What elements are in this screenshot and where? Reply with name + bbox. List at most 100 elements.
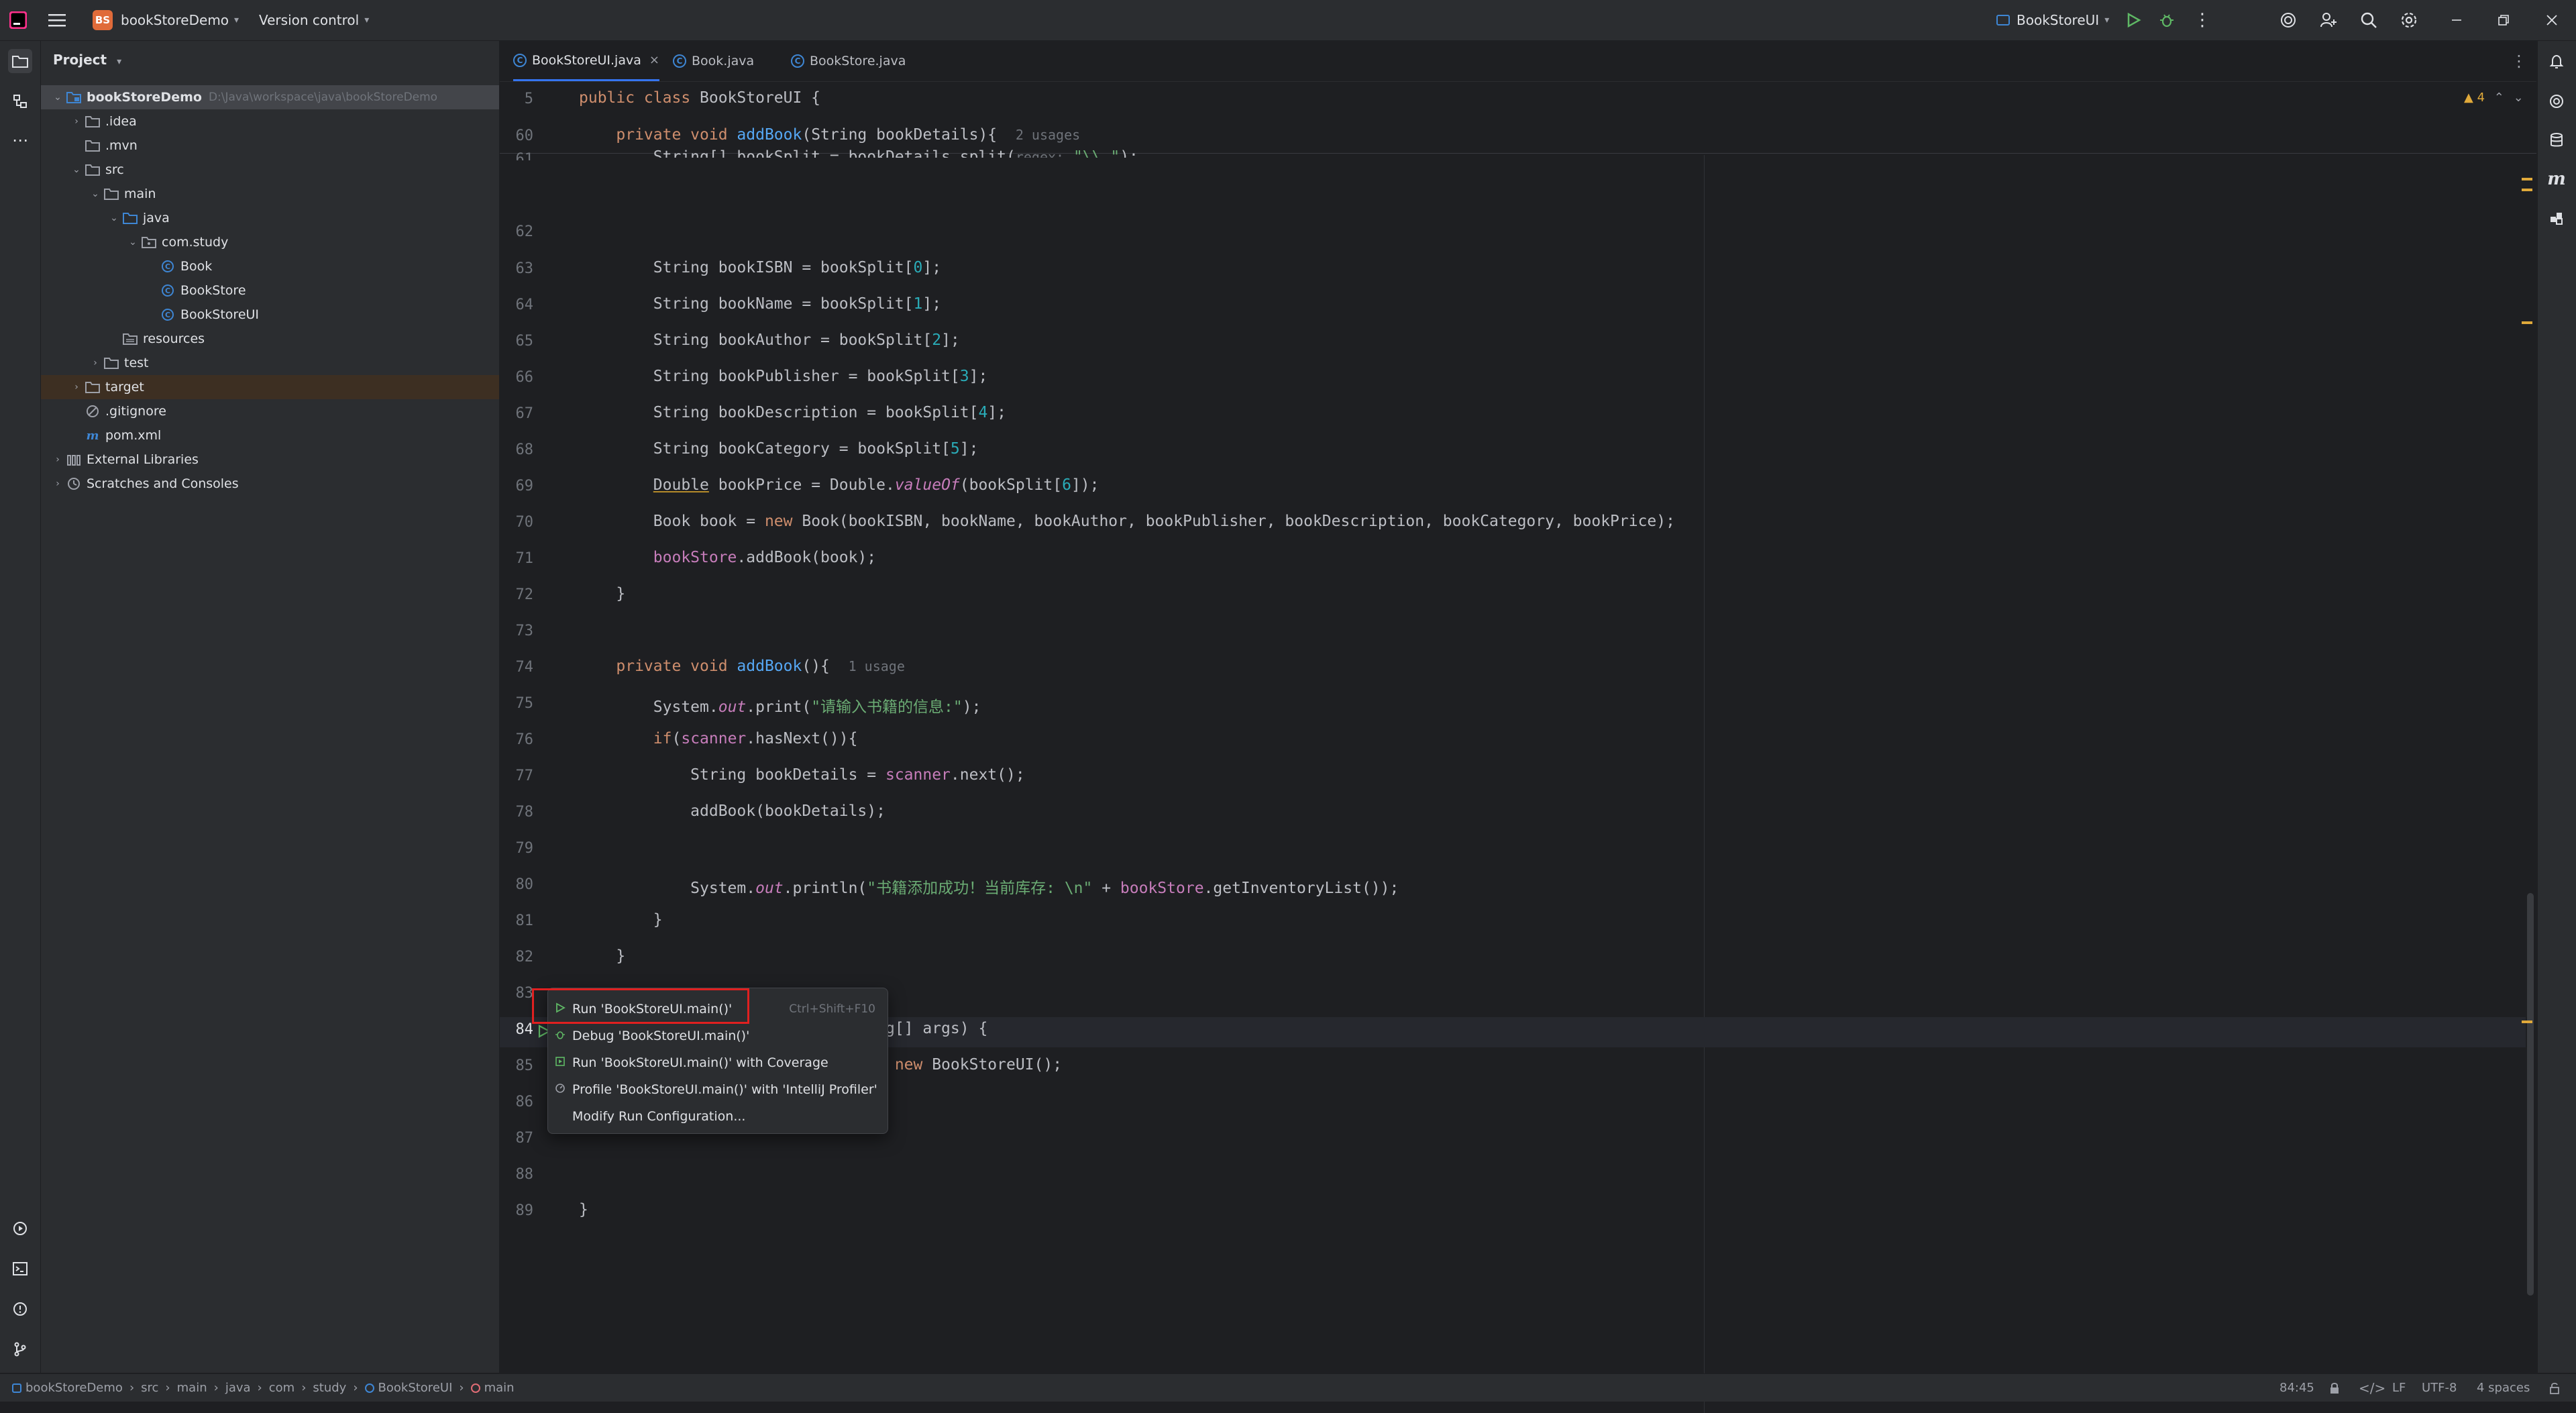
maven-icon[interactable]: m xyxy=(2544,167,2569,191)
close-window-icon[interactable] xyxy=(2545,0,2559,40)
breadcrumb-item[interactable]: bookStoreDemo xyxy=(25,1381,123,1395)
folder-icon xyxy=(84,162,101,177)
tree-item-bookstore[interactable]: C BookStore xyxy=(41,278,499,303)
popup-item-label: Run 'BookStoreUI.main()' with Coverage xyxy=(572,1055,828,1070)
project-switcher[interactable]: BS bookStoreDemo ▾ xyxy=(93,0,239,40)
tree-item-book[interactable]: C Book xyxy=(41,254,499,278)
chevron-down-icon[interactable]: ⌄ xyxy=(50,92,65,103)
code-style-icon[interactable]: </> xyxy=(2359,1374,2385,1402)
chevron-down-icon[interactable]: ⌄ xyxy=(88,189,103,199)
svg-text:C: C xyxy=(165,286,170,295)
editor-tab-bar: C BookStoreUI.java × C Book.java C BookS… xyxy=(500,41,2536,82)
status-bar: bookStoreDemo › src › main › java › com › study › Bo… xyxy=(0,1373,2576,1402)
popup-item-modify-run-configuration[interactable]: Modify Run Configuration... xyxy=(548,1104,888,1129)
code-line-71: bookStore.addBook(book); xyxy=(653,549,877,566)
tree-item-com-study[interactable]: ⌄ com.study xyxy=(41,230,499,254)
tab-book[interactable]: C Book.java xyxy=(673,41,754,81)
tree-item-idea[interactable]: › .idea xyxy=(41,109,499,134)
terminal-tool-icon[interactable] xyxy=(8,1257,32,1281)
ai-assistant-icon[interactable] xyxy=(2544,89,2569,113)
indent-setting[interactable]: 4 spaces xyxy=(2477,1374,2530,1402)
tree-item-src[interactable]: ⌄ src xyxy=(41,158,499,182)
tree-item-bookstoredemo[interactable]: ⌄ bookStoreDemo D:\Java\workspace\java\boo… xyxy=(41,85,499,109)
tree-item-target[interactable]: › target xyxy=(41,375,499,399)
version-control-menu[interactable]: Version control ▾ xyxy=(259,0,369,40)
chevron-down-icon[interactable]: ⌄ xyxy=(69,164,84,175)
search-icon[interactable] xyxy=(2360,0,2377,40)
popup-item-run-with-coverage[interactable]: Run 'BookStoreUI.main()' with Coverage xyxy=(548,1050,888,1076)
chevron-right-icon[interactable]: › xyxy=(88,358,103,368)
chevron-down-icon[interactable]: ⌄ xyxy=(125,237,140,248)
chevron-right-icon[interactable]: › xyxy=(69,116,84,127)
tab-bookstoreui[interactable]: C BookStoreUI.java × xyxy=(513,41,659,81)
warning-indicator[interactable]: ▲ 4 ⌃ ⌄ xyxy=(2464,91,2524,105)
chevron-right-icon[interactable]: › xyxy=(69,382,84,392)
tab-bookstore[interactable]: C BookStore.java xyxy=(791,41,906,81)
tree-item-scratches-and-consoles[interactable]: › Scratches and Consoles xyxy=(41,472,499,496)
line-number: 89 xyxy=(515,1202,534,1219)
chevron-right-icon: › xyxy=(459,1381,464,1395)
breadcrumb-item[interactable]: BookStoreUI xyxy=(378,1381,453,1395)
file-encoding[interactable]: UTF-8 xyxy=(2422,1374,2457,1402)
plugins-icon[interactable] xyxy=(2544,206,2569,230)
breadcrumb-item[interactable]: java xyxy=(225,1381,251,1395)
chevron-up-icon[interactable]: ⌃ xyxy=(2494,91,2504,105)
breadcrumb-item[interactable]: main xyxy=(177,1381,207,1395)
tree-item-bookstoreui[interactable]: C BookStoreUI xyxy=(41,303,499,327)
project-tool-folder-icon[interactable] xyxy=(8,49,32,73)
structure-tool-icon[interactable] xyxy=(8,89,32,113)
run-button[interactable] xyxy=(2125,0,2141,40)
tree-item-test[interactable]: › test xyxy=(41,351,499,375)
breadcrumb-item[interactable]: study xyxy=(313,1381,346,1395)
vertical-scrollbar-thumb[interactable] xyxy=(2527,893,2534,1296)
git-tool-icon[interactable] xyxy=(8,1337,32,1361)
warning-marker[interactable] xyxy=(2522,1020,2532,1023)
title-bar: BS bookStoreDemo ▾ Version control ▾ Boo… xyxy=(0,0,2576,41)
popup-item-profile[interactable]: Profile 'BookStoreUI.main()' with 'Intel… xyxy=(548,1077,888,1102)
more-actions-icon[interactable]: ⋮ xyxy=(2194,0,2211,40)
more-tools-icon[interactable]: ⋯ xyxy=(8,128,32,152)
warning-marker[interactable] xyxy=(2522,189,2532,191)
tree-item-label: pom.xml xyxy=(105,428,162,443)
app-logo-icon[interactable] xyxy=(9,0,27,40)
run-tool-icon[interactable] xyxy=(8,1216,32,1241)
tree-item-resources[interactable]: resources xyxy=(41,327,499,351)
caret-position[interactable]: 84:45 xyxy=(2279,1374,2314,1402)
close-tab-icon[interactable]: × xyxy=(649,53,659,67)
notifications-bell-icon[interactable] xyxy=(2544,49,2569,73)
tree-item-label: java xyxy=(143,211,170,225)
tree-item-pom-xml[interactable]: m pom.xml xyxy=(41,423,499,448)
tree-item-java[interactable]: ⌄ java xyxy=(41,206,499,230)
tab-options-icon[interactable]: ⋮ xyxy=(2511,41,2527,81)
database-icon[interactable] xyxy=(2544,128,2569,152)
chevron-down-icon[interactable]: ⌄ xyxy=(107,213,121,223)
tree-item-mvn[interactable]: .mvn xyxy=(41,134,499,158)
minimize-window-icon[interactable] xyxy=(2450,0,2463,40)
warning-marker[interactable] xyxy=(2522,321,2532,324)
tree-item-main[interactable]: ⌄ main xyxy=(41,182,499,206)
lock-icon[interactable] xyxy=(2329,1374,2340,1402)
breadcrumb-item[interactable]: src xyxy=(141,1381,158,1395)
main-menu-icon[interactable] xyxy=(48,0,66,40)
debug-button[interactable] xyxy=(2159,0,2175,40)
popup-item-debug[interactable]: Debug 'BookStoreUI.main()' xyxy=(548,1023,888,1049)
chevron-right-icon[interactable]: › xyxy=(50,478,65,489)
run-config-selector[interactable]: BookStoreUI ▾ xyxy=(1996,0,2109,40)
line-number: 71 xyxy=(515,550,534,567)
breadcrumb-item[interactable]: com xyxy=(269,1381,294,1395)
module-icon xyxy=(12,1383,21,1393)
tree-item-external-libraries[interactable]: › External Libraries xyxy=(41,448,499,472)
unlocked-icon[interactable] xyxy=(2549,1374,2560,1402)
warning-marker[interactable] xyxy=(2522,178,2532,180)
settings-gear-icon[interactable] xyxy=(2400,0,2418,40)
problems-tool-icon[interactable] xyxy=(8,1297,32,1321)
breadcrumb-item[interactable]: main xyxy=(484,1381,515,1395)
restore-window-icon[interactable] xyxy=(2497,0,2510,40)
chevron-right-icon[interactable]: › xyxy=(50,454,65,465)
project-panel-title[interactable]: Project ▾ xyxy=(53,52,121,68)
chevron-down-icon[interactable]: ⌄ xyxy=(2514,91,2524,105)
tree-item-gitignore[interactable]: .gitignore xyxy=(41,399,499,423)
code-with-me-icon[interactable] xyxy=(2320,0,2337,40)
ai-assistant-icon[interactable] xyxy=(2279,0,2297,40)
line-separator[interactable]: LF xyxy=(2392,1374,2406,1402)
